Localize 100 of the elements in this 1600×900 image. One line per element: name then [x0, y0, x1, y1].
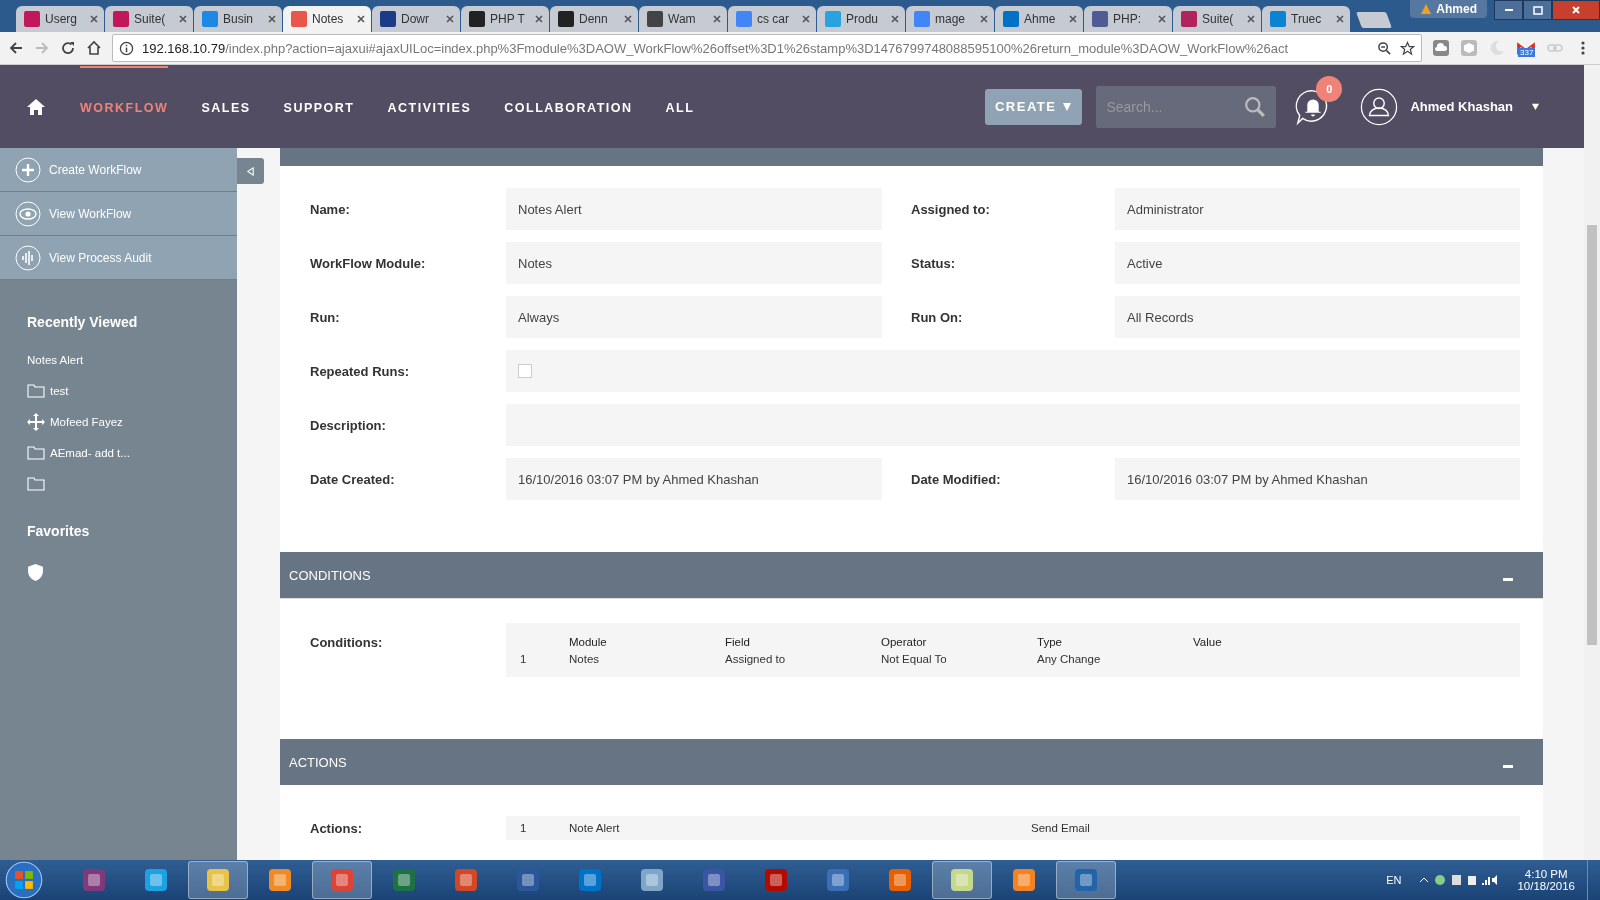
table-cell-text: Send Email: [1031, 822, 1091, 834]
cloud-icon[interactable]: [1432, 39, 1450, 57]
field-label: Date Modified:: [911, 471, 1002, 487]
recent-item[interactable]: Notes Alert: [27, 344, 237, 375]
close-icon[interactable]: [890, 14, 900, 24]
minimize-button[interactable]: [1494, 0, 1523, 20]
browser-tab[interactable]: Notes: [283, 6, 371, 32]
notification-badge: 0: [1316, 75, 1343, 102]
close-icon[interactable]: [267, 14, 277, 24]
field-value: Active: [1115, 242, 1520, 284]
taskbar-button[interactable]: [188, 861, 248, 899]
star-icon[interactable]: [1400, 40, 1415, 56]
browser-tab[interactable]: Wam: [639, 6, 727, 32]
column-header: Value: [1193, 636, 1223, 648]
collapse-icon[interactable]: [1503, 577, 1513, 581]
close-icon[interactable]: [801, 14, 811, 24]
caret-icon[interactable]: [1531, 102, 1540, 111]
close-icon[interactable]: [445, 14, 455, 24]
unread-badge: 337: [1518, 48, 1536, 58]
zoom-icon[interactable]: [1377, 40, 1392, 56]
scroll-thumb[interactable]: [1587, 225, 1597, 645]
browser-tab[interactable]: Busin: [194, 6, 282, 32]
nav-item[interactable]: COLLABORATION: [504, 65, 633, 148]
mail-icon[interactable]: 337: [1516, 40, 1536, 56]
field-value: 16/10/2016 03:07 PM by Ahmed Khashan: [506, 458, 882, 500]
close-icon[interactable]: [712, 14, 722, 24]
table-cell-text: Note Alert: [569, 822, 621, 834]
browser-tab[interactable]: cs car: [728, 6, 816, 32]
browser-tab[interactable]: mage: [906, 6, 994, 32]
panel-title: CONDITIONS: [289, 567, 371, 583]
move-icon: [27, 412, 45, 431]
browser-tab[interactable]: PHP T: [461, 6, 549, 32]
column-header: Type: [1037, 636, 1063, 648]
field-label: WorkFlow Module:: [310, 255, 427, 271]
browser-tab[interactable]: Truec: [1262, 6, 1350, 32]
close-icon[interactable]: [1157, 14, 1167, 24]
taskbar-button[interactable]: [932, 861, 992, 899]
nav-item[interactable]: ACTIVITIES: [387, 65, 472, 148]
close-icon[interactable]: [979, 14, 989, 24]
new-tab-button[interactable]: [1356, 12, 1392, 28]
browser-tab[interactable]: Suite(: [1173, 6, 1261, 32]
field-value: 16/10/2016 03:07 PM by Ahmed Khashan: [1115, 458, 1520, 500]
recent-item[interactable]: Mofeed Fayez: [27, 406, 237, 437]
field-value: Always: [506, 296, 882, 338]
field-label: Description:: [310, 417, 387, 433]
field-label: Run:: [310, 309, 341, 325]
close-icon: [1571, 5, 1581, 15]
checkbox[interactable]: [518, 364, 532, 378]
column-header: Field: [725, 636, 751, 648]
avatar-icon[interactable]: [1360, 87, 1399, 126]
language-indicator[interactable]: EN: [1386, 874, 1402, 886]
table-cell-text: Assigned to: [725, 653, 787, 665]
browser-tab[interactable]: Ahme: [995, 6, 1083, 32]
back-icon[interactable]: [8, 40, 24, 56]
caret-icon: [1062, 101, 1073, 112]
close-icon[interactable]: [89, 14, 99, 24]
user-menu[interactable]: Ahmed Khashan: [1410, 99, 1513, 114]
close-icon[interactable]: [534, 14, 544, 24]
field-label: Date Created:: [310, 471, 396, 487]
close-window-button[interactable]: [1552, 0, 1600, 20]
nav-item[interactable]: SALES: [201, 65, 251, 148]
browser-tab[interactable]: Dowr: [372, 6, 460, 32]
start-button[interactable]: [4, 860, 44, 900]
close-icon[interactable]: [1068, 14, 1078, 24]
browser-tab[interactable]: PHP:: [1084, 6, 1172, 32]
taskbar-button[interactable]: [1056, 861, 1116, 899]
field-label: Assigned to:: [911, 201, 991, 217]
nav-item[interactable]: ALL: [665, 65, 695, 148]
field-value: All Records: [1115, 296, 1520, 338]
row-number: 1: [520, 653, 528, 665]
column-header: Operator: [881, 636, 928, 648]
field-label: Run On:: [911, 309, 964, 325]
browser-tab[interactable]: Produ: [817, 6, 905, 32]
close-icon[interactable]: [356, 14, 366, 24]
taskbar-button[interactable]: [312, 861, 372, 899]
field-label: Repeated Runs:: [310, 363, 410, 379]
address-field[interactable]: 192.168.10.79/index.php?action=ajaxui#ajaxUILoc=index.php%3Fmodule%3DAOW_WorkFlow%26offset%3D1%26stamp%3D1476799748088595100%26return_module%3DAOW_WorkFlow%26act: [112, 34, 1422, 62]
clock[interactable]: 4:10 PM 10/18/2016: [1517, 868, 1575, 892]
section-title: Recently Viewed: [27, 314, 139, 330]
close-icon[interactable]: [623, 14, 633, 24]
profile-button[interactable]: Ahmed: [1410, 0, 1487, 18]
triangle-icon: [246, 166, 255, 176]
collapse-button[interactable]: [237, 158, 264, 184]
home-icon[interactable]: [86, 40, 102, 56]
recent-item[interactable]: test: [27, 375, 237, 406]
browser-tab[interactable]: Denn: [550, 6, 638, 32]
maximize-button[interactable]: [1523, 0, 1552, 20]
minimize-icon: [1504, 9, 1513, 11]
search-icon[interactable]: [1244, 95, 1267, 118]
collapse-icon[interactable]: [1503, 764, 1513, 768]
info-icon: [119, 40, 134, 56]
browser-tab[interactable]: Userg: [16, 6, 104, 32]
home-icon[interactable]: [26, 96, 46, 117]
browser-tab[interactable]: Suite(: [105, 6, 193, 32]
reload-icon[interactable]: [60, 40, 76, 56]
close-icon[interactable]: [1335, 14, 1345, 24]
nav-item[interactable]: SUPPORT: [283, 65, 355, 148]
close-icon[interactable]: [178, 14, 188, 24]
recent-item[interactable]: AEmad- add t...: [27, 437, 237, 468]
close-icon[interactable]: [1246, 14, 1256, 24]
